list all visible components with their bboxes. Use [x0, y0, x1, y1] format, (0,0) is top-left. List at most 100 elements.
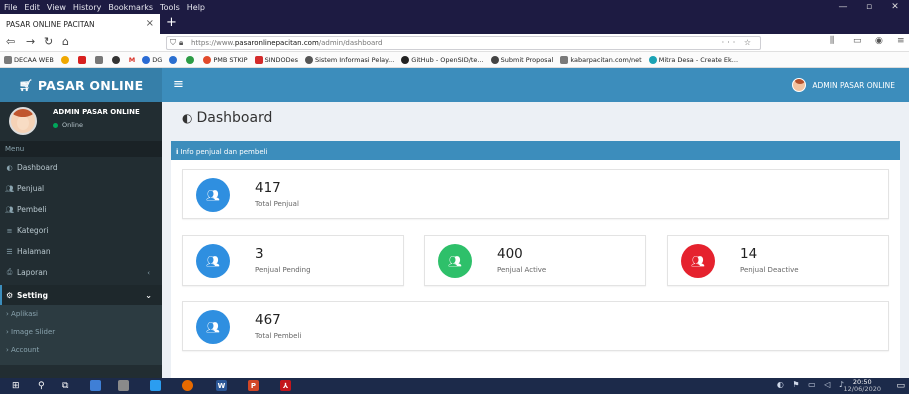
sidebar-item-kategori[interactable]: ≡ Kategori [0, 220, 162, 241]
stat-penjual-pending: 👥︎ 3 Penjual Pending [182, 235, 404, 286]
submenu-item-aplikasi[interactable]: › Aplikasi [0, 305, 162, 323]
bookmark-item[interactable]: DG [142, 55, 162, 64]
home-icon[interactable]: ⌂ [62, 35, 69, 48]
submenu-item-account[interactable]: › Account [0, 341, 162, 359]
hamburger-menu-icon[interactable]: ≡ [897, 36, 905, 46]
bookmark-item[interactable]: PMB STKIP [203, 55, 248, 64]
sidebar-item-laporan[interactable]: ⎙ Laporan ‹ [0, 262, 162, 283]
menu-file[interactable]: File [4, 3, 17, 12]
bookmark-item[interactable]: M [129, 56, 135, 64]
sidebar-item-dashboard[interactable]: ◐ Dashboard [0, 157, 162, 178]
word-icon[interactable]: W [216, 380, 227, 391]
bookmark-item[interactable] [60, 55, 71, 64]
dashboard-icon: ◐ [6, 163, 13, 172]
bookmark-item[interactable]: kabarpacitan.com/net [560, 55, 642, 64]
stat-label: Penjual Active [497, 266, 547, 274]
notification-icon[interactable]: ▭ [896, 380, 905, 392]
search-icon[interactable]: ⚲ [38, 380, 45, 392]
app-header: 🛒︎ PASAR ONLINE ≡ ADMIN PASAR ONLINE [0, 68, 909, 102]
info-box: i Info penjual dan pembeli 👥︎ 417 Total … [171, 141, 900, 381]
info-icon: i [176, 147, 179, 156]
setting-submenu: › Aplikasi › Image Slider › Account [0, 305, 162, 365]
avatar [792, 78, 807, 92]
system-tray[interactable]: ◐ ⚑ ▭ ◁ ♪ [777, 380, 847, 389]
stat-label: Total Pembeli [255, 332, 302, 340]
app-icon[interactable] [90, 380, 101, 391]
url-host: pasaronlinepacitan.com [234, 39, 319, 47]
task-view-icon[interactable]: ⧉ [62, 380, 68, 392]
back-icon[interactable]: ⇦ [6, 35, 15, 48]
avatar [9, 107, 37, 135]
sidebar: ADMIN PASAR ONLINE Online Menu ◐ Dashboa… [0, 102, 162, 378]
windows-start-icon[interactable]: ⊞ [12, 380, 20, 392]
globe-icon [304, 55, 313, 64]
users-icon: 👥︎ [681, 244, 715, 278]
print-icon: ⎙ [6, 268, 13, 276]
box-header: i Info penjual dan pembeli [171, 143, 900, 160]
user-panel: ADMIN PASAR ONLINE Online [0, 102, 162, 138]
tab-title: PASAR ONLINE PACITAN [6, 19, 95, 29]
menu-history[interactable]: History [73, 3, 101, 12]
url-bar[interactable]: ⛉ 🔒︎ https://www. pasaronlinepacitan.com /… [166, 36, 761, 50]
bookmark-item[interactable]: GitHub - OpenSID/te... [401, 55, 484, 64]
stat-label: Penjual Pending [255, 266, 311, 274]
chevron-down-icon: ⌄ [145, 290, 152, 300]
sidebar-toggle-icon[interactable]: ▭ [853, 36, 862, 46]
bookmark-item[interactable] [169, 55, 179, 64]
stat-value: 467 [255, 312, 281, 328]
bookmark-item[interactable]: Submit Proposal [490, 55, 553, 64]
user-menu[interactable]: ADMIN PASAR ONLINE [792, 78, 895, 92]
submenu-item-image-slider[interactable]: › Image Slider [0, 323, 162, 341]
reload-icon[interactable]: ↻ [44, 35, 53, 48]
page-actions-icon[interactable]: ··· ☆ [722, 38, 754, 47]
app-icon[interactable] [150, 380, 161, 391]
bookmark-favicon-icon [648, 55, 657, 64]
bookmark-item[interactable] [186, 55, 196, 64]
menu-view[interactable]: View [47, 3, 66, 12]
bookmark-item[interactable]: SINDODes [254, 55, 298, 64]
github-icon [401, 55, 410, 64]
extension-icon[interactable]: ◉ [875, 36, 883, 46]
taskbar-clock[interactable]: 20:50 12/06/2020 [844, 379, 881, 393]
sidebar-item-halaman[interactable]: ☰ Halaman [0, 241, 162, 262]
tab-close-icon[interactable]: × [146, 18, 154, 29]
bookmark-item[interactable]: Sistem Informasi Pelay... [304, 55, 394, 64]
folder-icon [560, 55, 569, 64]
users-icon: 👥︎ [5, 184, 14, 193]
close-window-icon[interactable]: ✕ [883, 0, 907, 14]
menu-edit[interactable]: Edit [24, 3, 40, 12]
app-logo[interactable]: 🛒︎ PASAR ONLINE [0, 68, 162, 102]
stat-penjual-active: 👥︎ 400 Penjual Active [424, 235, 646, 286]
minimize-icon[interactable]: — [831, 0, 855, 14]
bookmark-item[interactable] [94, 55, 105, 64]
bookmark-item[interactable]: Mitra Desa - Create Ek... [648, 55, 738, 64]
powerpoint-icon[interactable]: P [248, 380, 259, 391]
sidebar-item-setting[interactable]: ⚙ Setting ⌄ [0, 285, 162, 305]
new-tab-button[interactable]: + [166, 15, 177, 30]
menu-help[interactable]: Help [187, 3, 205, 12]
sidebar-item-penjual[interactable]: 👥︎ Penjual [0, 178, 162, 199]
bookmark-item[interactable] [111, 55, 122, 64]
bookmark-item[interactable] [77, 55, 88, 64]
bookmark-favicon-icon [169, 55, 178, 64]
app-icon[interactable] [118, 380, 129, 391]
forward-icon[interactable]: → [26, 35, 35, 48]
firefox-icon[interactable] [182, 380, 193, 391]
menu-header: Menu [0, 141, 162, 157]
url-prefix: https://www. [191, 39, 235, 47]
restore-icon[interactable]: ▫ [857, 0, 881, 14]
page-title: ◐ Dashboard [182, 110, 273, 126]
browser-tab[interactable]: PASAR ONLINE PACITAN × [0, 14, 160, 34]
library-icon[interactable]: ⫼ [830, 36, 834, 46]
stat-value: 14 [740, 246, 758, 262]
pdf-icon[interactable]: ⅄ [280, 380, 291, 391]
shopping-cart-icon: 🛒︎ [18, 78, 33, 92]
menu-bookmarks[interactable]: Bookmarks [108, 3, 153, 12]
sidebar-toggle-button[interactable]: ≡ [173, 77, 184, 92]
menu-tools[interactable]: Tools [160, 3, 180, 12]
stat-penjual-deactive: 👥︎ 14 Penjual Deactive [667, 235, 889, 286]
sidebar-menu: ◐ Dashboard 👥︎ Penjual 👥︎ Pembeli ≡ Kate… [0, 157, 162, 283]
bookmark-item[interactable]: DECAA WEB [4, 55, 54, 64]
header-user-name: ADMIN PASAR ONLINE [812, 80, 895, 90]
sidebar-item-pembeli[interactable]: 👥︎ Pembeli [0, 199, 162, 220]
